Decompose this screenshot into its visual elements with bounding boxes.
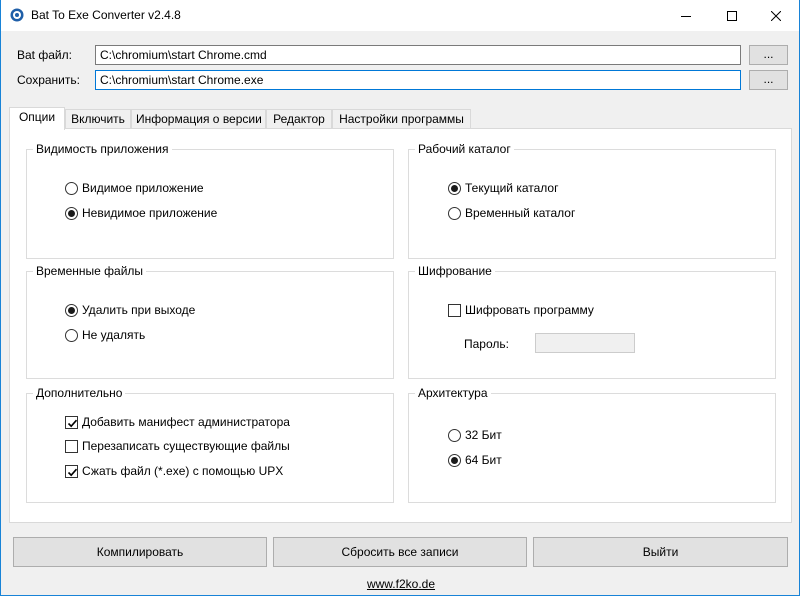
checkbox-unchecked-icon: [448, 303, 461, 317]
bat-file-input[interactable]: C:\chromium\start Chrome.cmd: [95, 45, 741, 65]
app-window: Bat To Exe Converter v2.4.8 Bat файл: C:…: [0, 0, 800, 596]
password-input[interactable]: [535, 333, 635, 353]
arch-64-radio[interactable]: 64 Бит: [448, 453, 502, 467]
keep-files-label: Не удалять: [82, 328, 146, 342]
close-icon: [771, 10, 781, 21]
tempfiles-group-title: Временные файлы: [33, 264, 147, 278]
delete-on-exit-radio[interactable]: Удалить при выходе: [65, 303, 195, 317]
radio-unchecked-icon: [65, 181, 78, 195]
gear-icon: [10, 8, 24, 22]
arch-group: Архитектура 32 Бит 64 Бит: [408, 386, 776, 503]
extra-group-title: Дополнительно: [33, 386, 126, 400]
delete-on-exit-label: Удалить при выходе: [82, 303, 196, 317]
minimize-icon: [681, 11, 691, 21]
title-bar: Bat To Exe Converter v2.4.8: [1, 0, 799, 31]
overwrite-files-checkbox[interactable]: Перезаписать существующие файлы: [65, 439, 290, 453]
current-dir-label: Текущий каталог: [465, 181, 559, 195]
visible-app-radio[interactable]: Видимое приложение: [65, 181, 204, 195]
compile-button[interactable]: Компилировать: [13, 537, 267, 567]
arch-32-radio[interactable]: 32 Бит: [448, 428, 502, 442]
radio-unchecked-icon: [448, 206, 461, 220]
save-browse-button[interactable]: ...: [749, 70, 788, 90]
temp-dir-radio[interactable]: Временный каталог: [448, 206, 575, 220]
radio-checked-icon: [65, 206, 78, 220]
save-label: Сохранить:: [17, 73, 80, 87]
tab-editor[interactable]: Редактор: [266, 109, 332, 129]
website-link[interactable]: www.f2ko.de: [1, 577, 800, 591]
minimize-button[interactable]: [663, 0, 709, 31]
tab-include[interactable]: Включить: [65, 109, 131, 129]
visible-app-label: Видимое приложение: [82, 181, 204, 195]
radio-unchecked-icon: [448, 428, 461, 442]
arch-64-label: 64 Бит: [465, 453, 502, 467]
encryption-group: Шифрование Шифровать программу Пароль:: [408, 264, 776, 379]
tab-options[interactable]: Опции: [9, 107, 65, 130]
maximize-button[interactable]: [709, 0, 755, 31]
tab-program-settings[interactable]: Настройки программы: [332, 109, 471, 129]
current-dir-radio[interactable]: Текущий каталог: [448, 181, 558, 195]
save-file-input[interactable]: C:\chromium\start Chrome.exe: [95, 70, 741, 90]
upx-compress-label: Сжать файл (*.exe) с помощью UPX: [82, 464, 284, 478]
radio-unchecked-icon: [65, 328, 78, 342]
bat-browse-button[interactable]: ...: [749, 45, 788, 65]
arch-32-label: 32 Бит: [465, 428, 502, 442]
checkbox-unchecked-icon: [65, 439, 78, 453]
visibility-group: Видимость приложения Видимое приложение …: [26, 142, 394, 259]
checkbox-checked-icon: [65, 464, 78, 478]
checkbox-checked-icon: [65, 415, 78, 429]
keep-files-radio[interactable]: Не удалять: [65, 328, 145, 342]
options-panel: Видимость приложения Видимое приложение …: [9, 128, 792, 523]
arch-group-title: Архитектура: [415, 386, 491, 400]
invisible-app-radio[interactable]: Невидимое приложение: [65, 206, 217, 220]
invisible-app-label: Невидимое приложение: [82, 206, 218, 220]
encrypt-checkbox[interactable]: Шифровать программу: [448, 303, 594, 317]
bat-file-label: Bat файл:: [17, 48, 72, 62]
encrypt-label: Шифровать программу: [465, 303, 594, 317]
overwrite-files-label: Перезаписать существующие файлы: [82, 439, 290, 453]
radio-checked-icon: [448, 453, 461, 467]
temp-dir-label: Временный каталог: [465, 206, 576, 220]
upx-compress-checkbox[interactable]: Сжать файл (*.exe) с помощью UPX: [65, 464, 283, 478]
workdir-group-title: Рабочий каталог: [415, 142, 514, 156]
tab-version-info[interactable]: Информация о версии: [131, 109, 266, 129]
radio-checked-icon: [448, 181, 461, 195]
close-button[interactable]: [753, 0, 799, 31]
workdir-group: Рабочий каталог Текущий каталог Временны…: [408, 142, 776, 259]
extra-group: Дополнительно Добавить манифест админист…: [26, 386, 394, 503]
maximize-icon: [727, 10, 737, 21]
tempfiles-group: Временные файлы Удалить при выходе Не уд…: [26, 264, 394, 379]
encryption-group-title: Шифрование: [415, 264, 495, 278]
admin-manifest-checkbox[interactable]: Добавить манифест администратора: [65, 415, 290, 429]
admin-manifest-label: Добавить манифест администратора: [82, 415, 290, 429]
password-label: Пароль:: [464, 337, 509, 351]
window-title: Bat To Exe Converter v2.4.8: [31, 8, 181, 22]
reset-button[interactable]: Сбросить все записи: [273, 537, 527, 567]
radio-checked-icon: [65, 303, 78, 317]
exit-button[interactable]: Выйти: [533, 537, 788, 567]
visibility-group-title: Видимость приложения: [33, 142, 172, 156]
